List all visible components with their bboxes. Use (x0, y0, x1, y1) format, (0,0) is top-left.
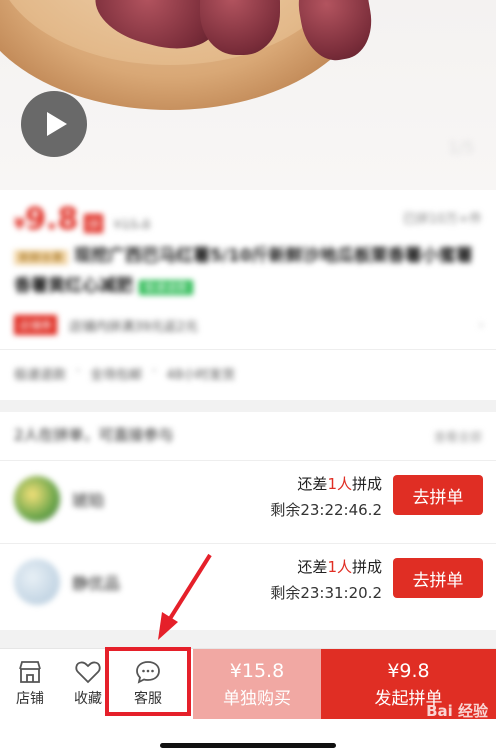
single-price: ¥15.8 (229, 659, 285, 682)
service-item: 全场包邮 (90, 368, 143, 383)
store-label: 店铺 (16, 691, 44, 707)
product-title: 新鲜水果 现挖广西巴马红薯5/10斤新鲜沙地瓜板栗香薯小蜜薯香薯黄红心减肥 极速退款 (14, 242, 484, 302)
buy-alone-button[interactable]: ¥15.8 单独购买 (193, 649, 321, 719)
join-group-button[interactable]: 去拼单 (393, 475, 483, 515)
heart-icon (75, 661, 101, 684)
home-indicator[interactable] (160, 743, 336, 748)
price-value: 9.8 (25, 202, 79, 237)
need-count: 还差1人拼成 (297, 475, 382, 493)
product-info: ¥ 9.8 拼 ¥15.8 已拼10万+件 新鲜水果 现挖广西巴马红薯5/10斤新… (0, 190, 496, 400)
join-group-button[interactable]: 去拼单 (393, 558, 483, 598)
play-button[interactable] (21, 91, 87, 157)
user-name: 静优品 (72, 574, 121, 593)
play-icon (46, 112, 67, 136)
bottom-bar: 店铺 收藏 客服 ¥15.8 单独购买 ¥9.8 发起拼单 (0, 648, 496, 752)
group-price: ¥9.8 (387, 659, 430, 682)
store-tab[interactable]: 店铺 (0, 649, 60, 719)
avatar (14, 476, 60, 522)
promo-text: 店铺内拼满39元返2元 (69, 319, 198, 335)
user-name: 琥珀 (72, 491, 105, 510)
price-tag: 拼 (84, 214, 104, 233)
watermark: Bai 经验 (426, 702, 488, 720)
dot-separator: · (152, 364, 157, 379)
favorite-label: 收藏 (74, 691, 102, 707)
promo-tag: 店铺券 (14, 315, 57, 335)
original-price: ¥15.8 (113, 218, 151, 233)
group-buy-section: 2人在拼单，可直接参与 查看全部 琥珀 还差1人拼成 剩余23:22:46.2 … (0, 412, 496, 630)
service-item: 极速退款 (14, 368, 67, 383)
group-row: 静优品 还差1人拼成 剩余23:31:20.2 去拼单 (0, 543, 496, 610)
price-symbol: ¥ (14, 214, 26, 233)
highlight-box (105, 647, 191, 716)
avatar (14, 559, 60, 605)
product-image[interactable]: 1/5 (0, 0, 496, 190)
need-count: 还差1人拼成 (297, 558, 382, 576)
time-remaining: 剩余23:31:20.2 (270, 584, 382, 602)
services-row[interactable]: 极速退款 · 全场包邮 · 48小时发货 (14, 364, 235, 383)
promo-row[interactable]: 店铺券 店铺内拼满39元返2元 › (14, 315, 484, 335)
chevron-right-icon: › (478, 317, 484, 333)
single-label: 单独购买 (223, 688, 291, 709)
price-row: ¥ 9.8 拼 ¥15.8 (14, 202, 151, 237)
category-badge: 新鲜水果 (14, 250, 68, 265)
sold-count: 已拼10万+件 (402, 212, 482, 227)
divider (0, 349, 496, 350)
store-icon (19, 661, 41, 683)
view-all-link[interactable]: 查看全部 (434, 428, 482, 445)
time-remaining: 剩余23:22:46.2 (270, 501, 382, 519)
group-row: 琥珀 还差1人拼成 剩余23:22:46.2 去拼单 (0, 460, 496, 527)
image-counter: 1/5 (448, 138, 474, 157)
group-header: 2人在拼单，可直接参与 (14, 426, 174, 444)
title-text: 现挖广西巴马红薯5/10斤新鲜沙地瓜板栗香薯小蜜薯香薯黄红心减肥 (14, 246, 473, 296)
service-item: 48小时发货 (166, 368, 235, 383)
dot-separator: · (76, 364, 81, 379)
refund-badge: 极速退款 (139, 280, 193, 295)
